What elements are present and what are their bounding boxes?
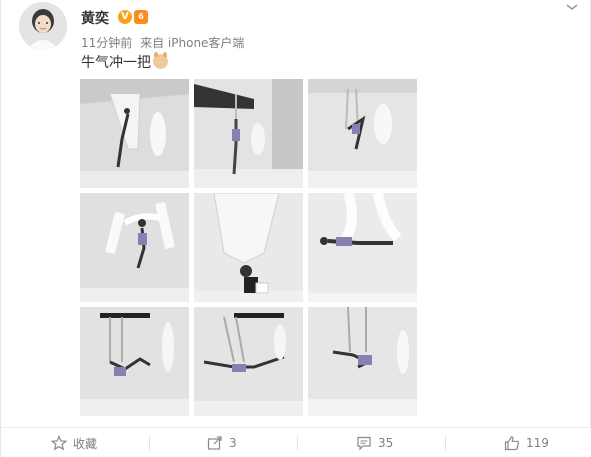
post-text: 牛气冲一把	[81, 52, 168, 72]
action-bar: 收藏 3 35 119	[1, 427, 591, 457]
post-text-body: 牛气冲一把	[81, 55, 151, 71]
verified-badge: V	[118, 10, 132, 24]
more-options-button[interactable]	[564, 2, 580, 16]
action-divider	[149, 436, 150, 450]
chevron-down-icon	[566, 4, 578, 10]
comment-icon	[357, 436, 371, 451]
ox-face-emoji	[153, 52, 168, 69]
comment-count: 35	[378, 436, 394, 450]
photo-thumbnail[interactable]	[308, 79, 417, 188]
post-source[interactable]: 来自 iPhone客户端	[140, 36, 244, 50]
weibo-post: 黄奕 V 6 11分钟前 来自 iPhone客户端 牛气冲一把 收藏 3 35 …	[0, 0, 591, 457]
photo-thumbnail[interactable]	[308, 193, 417, 302]
author-name[interactable]: 黄奕	[81, 8, 109, 28]
repost-count: 3	[229, 436, 237, 450]
favorite-button[interactable]: 收藏	[51, 428, 97, 457]
share-icon	[207, 436, 222, 450]
action-divider	[297, 436, 298, 450]
photo-grid	[80, 79, 420, 419]
photo-thumbnail[interactable]	[194, 307, 303, 416]
comment-button[interactable]: 35	[356, 428, 393, 457]
photo-thumbnail[interactable]	[308, 307, 417, 416]
star-icon	[51, 435, 67, 451]
repost-button[interactable]: 3	[207, 428, 237, 457]
photo-thumbnail[interactable]	[194, 193, 303, 302]
photo-thumbnail[interactable]	[80, 307, 189, 416]
favorite-label: 收藏	[73, 436, 98, 451]
thumbs-up-icon	[504, 436, 519, 451]
photo-thumbnail[interactable]	[80, 193, 189, 302]
like-count: 119	[526, 436, 549, 450]
level-badge: 6	[134, 10, 148, 24]
action-divider	[445, 436, 446, 450]
like-button[interactable]: 119	[504, 428, 549, 457]
post-meta: 11分钟前 来自 iPhone客户端	[81, 34, 244, 51]
photo-thumbnail[interactable]	[194, 79, 303, 188]
photo-thumbnail[interactable]	[80, 79, 189, 188]
author-avatar[interactable]	[19, 2, 67, 50]
post-time[interactable]: 11分钟前	[81, 36, 132, 50]
